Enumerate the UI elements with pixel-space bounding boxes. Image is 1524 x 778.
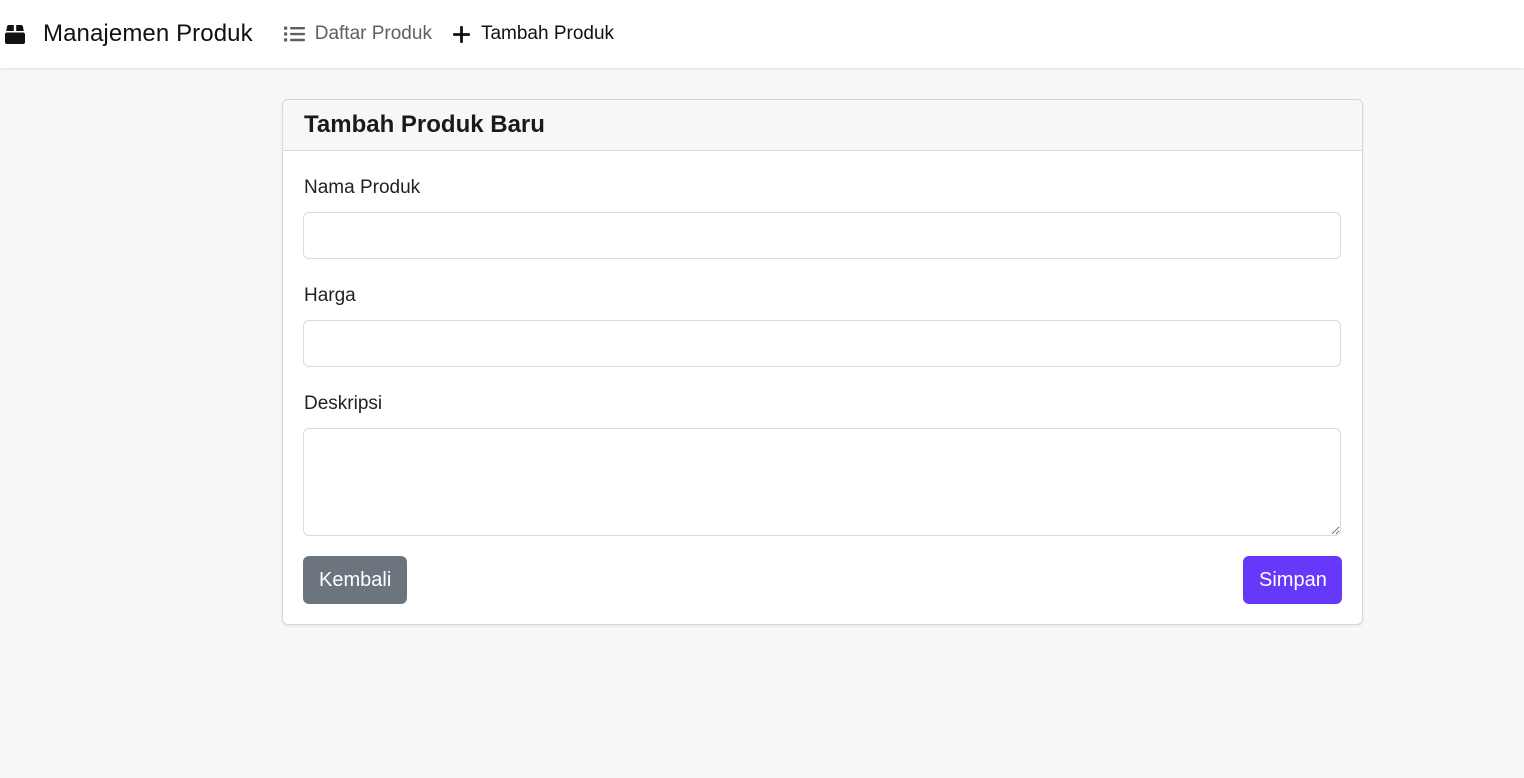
box-icon [5,25,25,44]
product-name-label: Nama Produk [304,177,421,198]
brand-link[interactable]: Manajemen Produk [4,20,253,48]
nav-link-tambah-produk[interactable]: Tambah Produk [452,23,615,45]
nav-link-daftar-produk[interactable]: Daftar Produk [283,23,432,45]
plus-icon [452,25,470,43]
form-title: Tambah Produk Baru [304,111,545,138]
price-input[interactable] [303,320,1341,367]
nav-link-label: Tambah Produk [480,23,615,44]
description-textarea[interactable] [303,428,1341,536]
add-product-card: Tambah Produk Baru Nama Produk Harga Des… [282,99,1363,625]
list-icon [283,26,305,42]
description-label: Deskripsi [304,393,383,414]
product-name-input[interactable] [303,212,1341,259]
save-button[interactable]: Simpan [1243,556,1342,604]
nav-link-label: Daftar Produk [314,23,432,44]
brand-title: Manajemen Produk [43,20,253,47]
back-button[interactable]: Kembali [303,556,407,604]
card-header: Tambah Produk Baru [283,100,1362,151]
price-label: Harga [304,285,356,306]
top-navbar: Manajemen Produk Daftar Produk Tambah Pr… [0,0,1524,68]
